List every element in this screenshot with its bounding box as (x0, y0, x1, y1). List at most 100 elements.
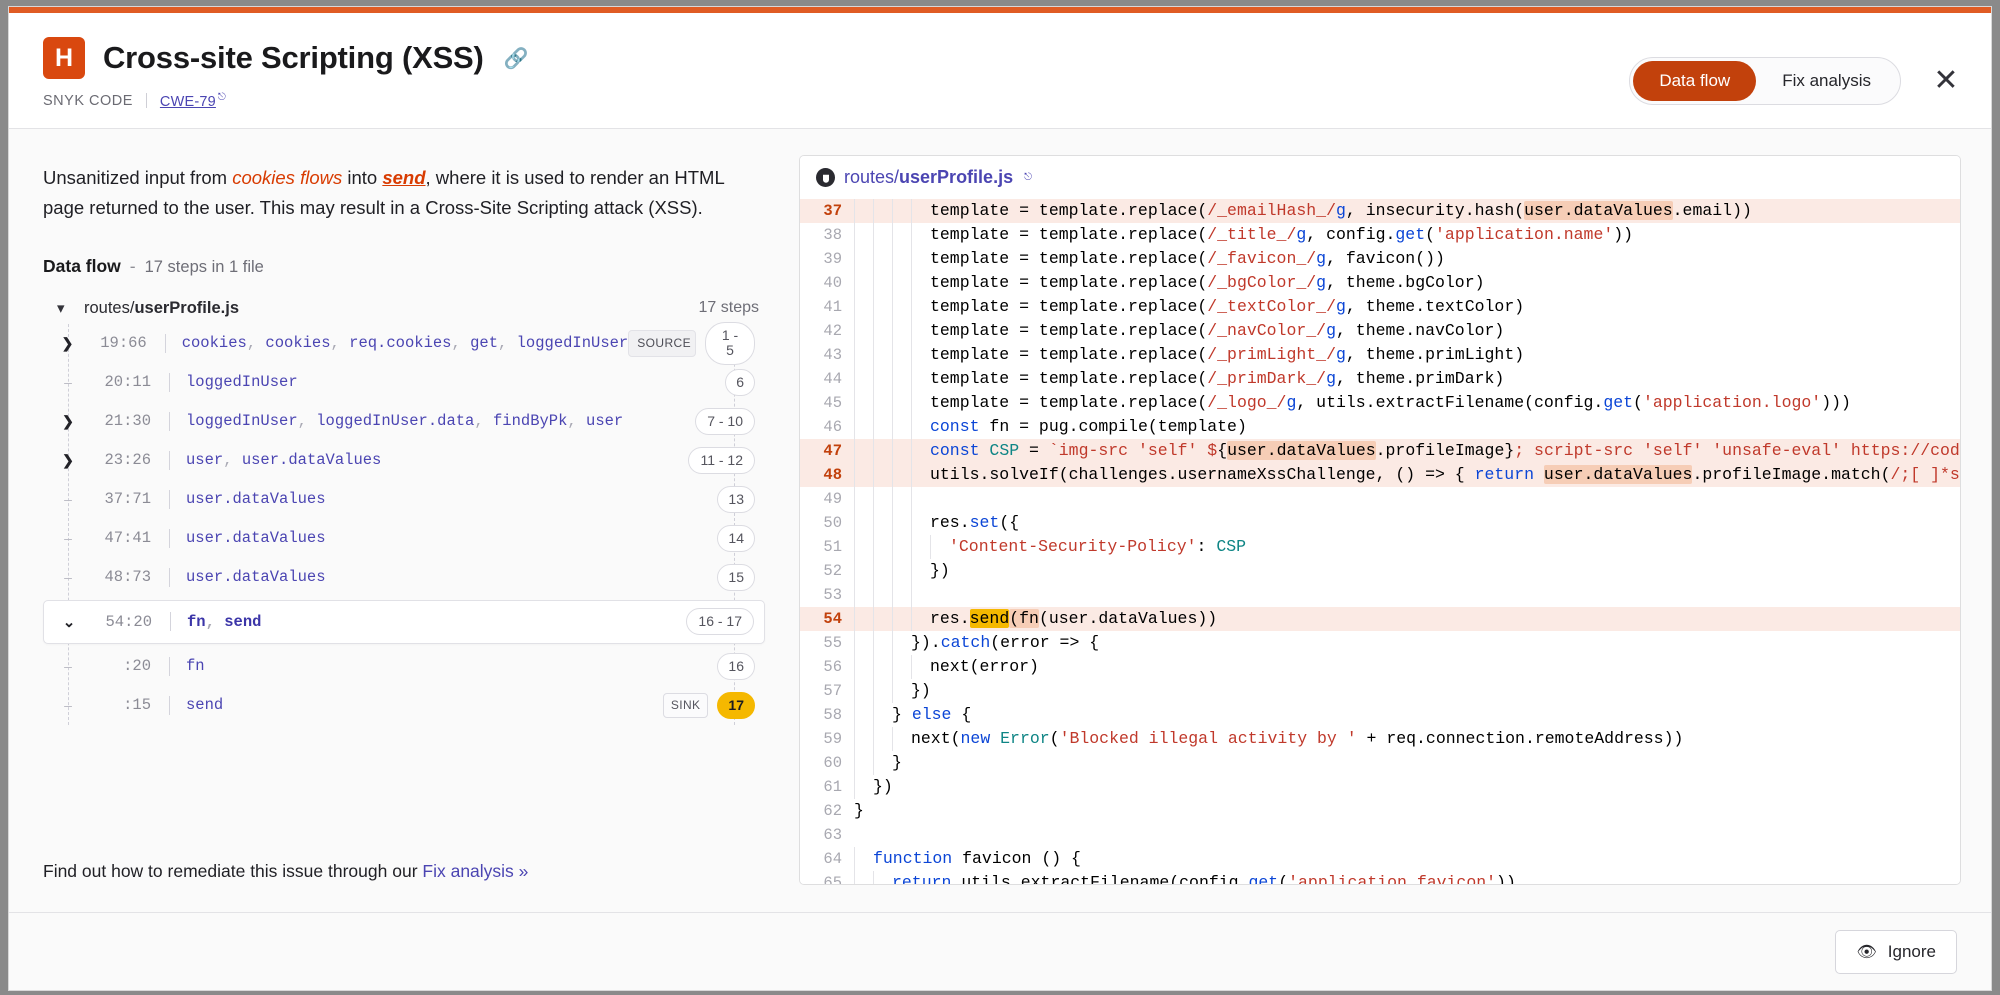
indent-guide (892, 390, 911, 415)
step-dash-icon[interactable]: – (57, 374, 79, 390)
dataflow-step-row[interactable]: ❯ 23:26 user, user.dataValues 11 - 12 (43, 441, 765, 480)
code-line: 54 res.send(fn(user.dataValues)) (800, 606, 1960, 631)
indent-guides (854, 606, 930, 631)
code-line: 47 const CSP = `img-src 'self' ${user.dat… (800, 438, 1960, 463)
tab-data-flow[interactable]: Data flow (1633, 61, 1757, 101)
code-line-text: template = template.replace(/_logo_/g, u… (930, 392, 1851, 412)
indent-guide (854, 270, 873, 295)
code-file-link[interactable]: routes/userProfile.js (844, 167, 1013, 188)
step-dash-icon[interactable]: – (57, 569, 79, 585)
dataflow-step-row[interactable]: ❯ 21:30 loggedInUser, loggedInUser.data, f… (43, 402, 765, 441)
step-token: send (224, 612, 262, 631)
indent-guide (911, 294, 930, 319)
indent-guide (854, 510, 873, 535)
dataflow-step-row[interactable]: –:15 send SINK 17 (43, 686, 765, 725)
step-badges: 7 - 10 (695, 407, 765, 435)
step-divider (170, 612, 171, 632)
indent-guide (854, 702, 873, 727)
remediate-note: Find out how to remediate this issue thr… (43, 835, 765, 912)
step-number-badge: 17 (717, 691, 755, 719)
code-line: 58} else { (800, 702, 1960, 727)
indent-guide (873, 318, 892, 343)
link-icon[interactable]: 🔗 (504, 46, 529, 71)
indent-guides (854, 558, 930, 583)
line-number: 59 (823, 729, 842, 748)
code-line: 61}) (800, 774, 1960, 799)
indent-guide (873, 510, 892, 535)
token-separator: , (297, 412, 317, 431)
indent-guide (854, 462, 873, 487)
header-controls: Data flow Fix analysis ✕ (1629, 57, 1961, 105)
step-token: findByPk (492, 412, 568, 431)
step-dash-icon[interactable]: – (57, 697, 79, 713)
indent-guide (892, 198, 911, 223)
close-icon[interactable]: ✕ (1931, 66, 1961, 96)
code-line-text: }) (873, 776, 893, 796)
indent-guide (911, 222, 930, 247)
line-number: 61 (823, 777, 842, 796)
chevron-right-icon[interactable]: ❯ (57, 335, 78, 352)
line-number: 48 (823, 465, 842, 484)
indent-guide (854, 246, 873, 271)
token-separator: , (451, 334, 471, 353)
indent-guides (854, 318, 930, 343)
step-token: user.dataValues (186, 529, 326, 548)
dataflow-step-row[interactable]: – 20:11 loggedInUser 6 (43, 363, 765, 402)
token-separator: , (205, 612, 225, 631)
step-location: 20:11 (104, 373, 151, 392)
chevron-right-icon[interactable]: ❯ (57, 452, 79, 469)
indent-guide (892, 558, 911, 583)
indent-guide (892, 654, 911, 679)
chevron-right-icon[interactable]: ❯ (57, 413, 79, 430)
step-token: loggedInUser (516, 334, 629, 353)
desc-source-emphasis: cookies flows (232, 166, 343, 188)
step-dash-icon[interactable]: – (57, 491, 79, 507)
step-dash-icon[interactable]: – (57, 530, 79, 546)
indent-guides (854, 870, 892, 884)
indent-guide (873, 558, 892, 583)
line-number: 37 (823, 201, 842, 220)
step-token: loggedInUser (186, 373, 298, 392)
indent-guide (873, 198, 892, 223)
code-line-text: }) (930, 560, 950, 580)
dataflow-file-row[interactable]: ▾ routes/userProfile.js 17 steps (43, 299, 765, 318)
dataflow-step-row[interactable]: –:20 fn 16 (43, 647, 765, 686)
line-number: 45 (823, 393, 842, 412)
dataflow-step-row[interactable]: ⌄ 54:20 fn, send 16 - 17 (43, 599, 765, 644)
indent-guides (854, 390, 930, 415)
code-line: 60} (800, 750, 1960, 775)
indent-guide (911, 318, 930, 343)
step-number-badge: 11 - 12 (688, 446, 755, 474)
step-dash-icon[interactable]: – (57, 658, 79, 674)
fix-analysis-link[interactable]: Fix analysis » (422, 861, 528, 881)
ignore-button[interactable]: 👁︎ Ignore (1835, 929, 1957, 974)
indent-guide (854, 774, 873, 799)
code-file-name: userProfile.js (899, 166, 1014, 187)
external-link-icon[interactable]: ⎋ (1024, 172, 1032, 183)
dataflow-step-row[interactable]: – 47:41 user.dataValues 14 (43, 519, 765, 558)
line-number: 53 (823, 585, 842, 604)
dataflow-step-row[interactable]: – 37:71 user.dataValues 13 (43, 480, 765, 519)
dataflow-step-row[interactable]: – 48:73 user.dataValues 15 (43, 558, 765, 597)
token-separator: , (330, 334, 350, 353)
code-line: 44 template = template.replace(/_primDark… (800, 366, 1960, 391)
cwe-link[interactable]: CWE-79 (160, 94, 216, 110)
cwe-link-wrap[interactable]: CWE-79 ⎋ (160, 92, 226, 110)
dataflow-step-row[interactable]: ❯ 19:66 cookies, cookies, req.cookies, get… (43, 321, 765, 365)
step-tokens: send (186, 696, 223, 714)
code-file-prefix: routes/ (844, 166, 900, 187)
line-number: 47 (823, 441, 842, 460)
code-line: 41 template = template.replace(/_textColo… (800, 294, 1960, 319)
tab-fix-analysis[interactable]: Fix analysis (1756, 61, 1897, 101)
step-badges: 16 (717, 652, 765, 680)
chevron-down-icon[interactable]: ⌄ (58, 613, 80, 631)
chevron-down-icon[interactable]: ▾ (57, 299, 77, 317)
dataflow-pane: Unsanitized input from cookies flows int… (9, 129, 799, 912)
line-number: 46 (823, 417, 842, 436)
code-line: 52}) (800, 558, 1960, 583)
step-number-badge: 7 - 10 (695, 407, 755, 435)
code-viewer[interactable]: 37 template = template.replace(/_emailHas… (800, 198, 1960, 884)
indent-guides (854, 294, 930, 319)
indent-guide (854, 606, 873, 631)
indent-guide (892, 438, 911, 463)
